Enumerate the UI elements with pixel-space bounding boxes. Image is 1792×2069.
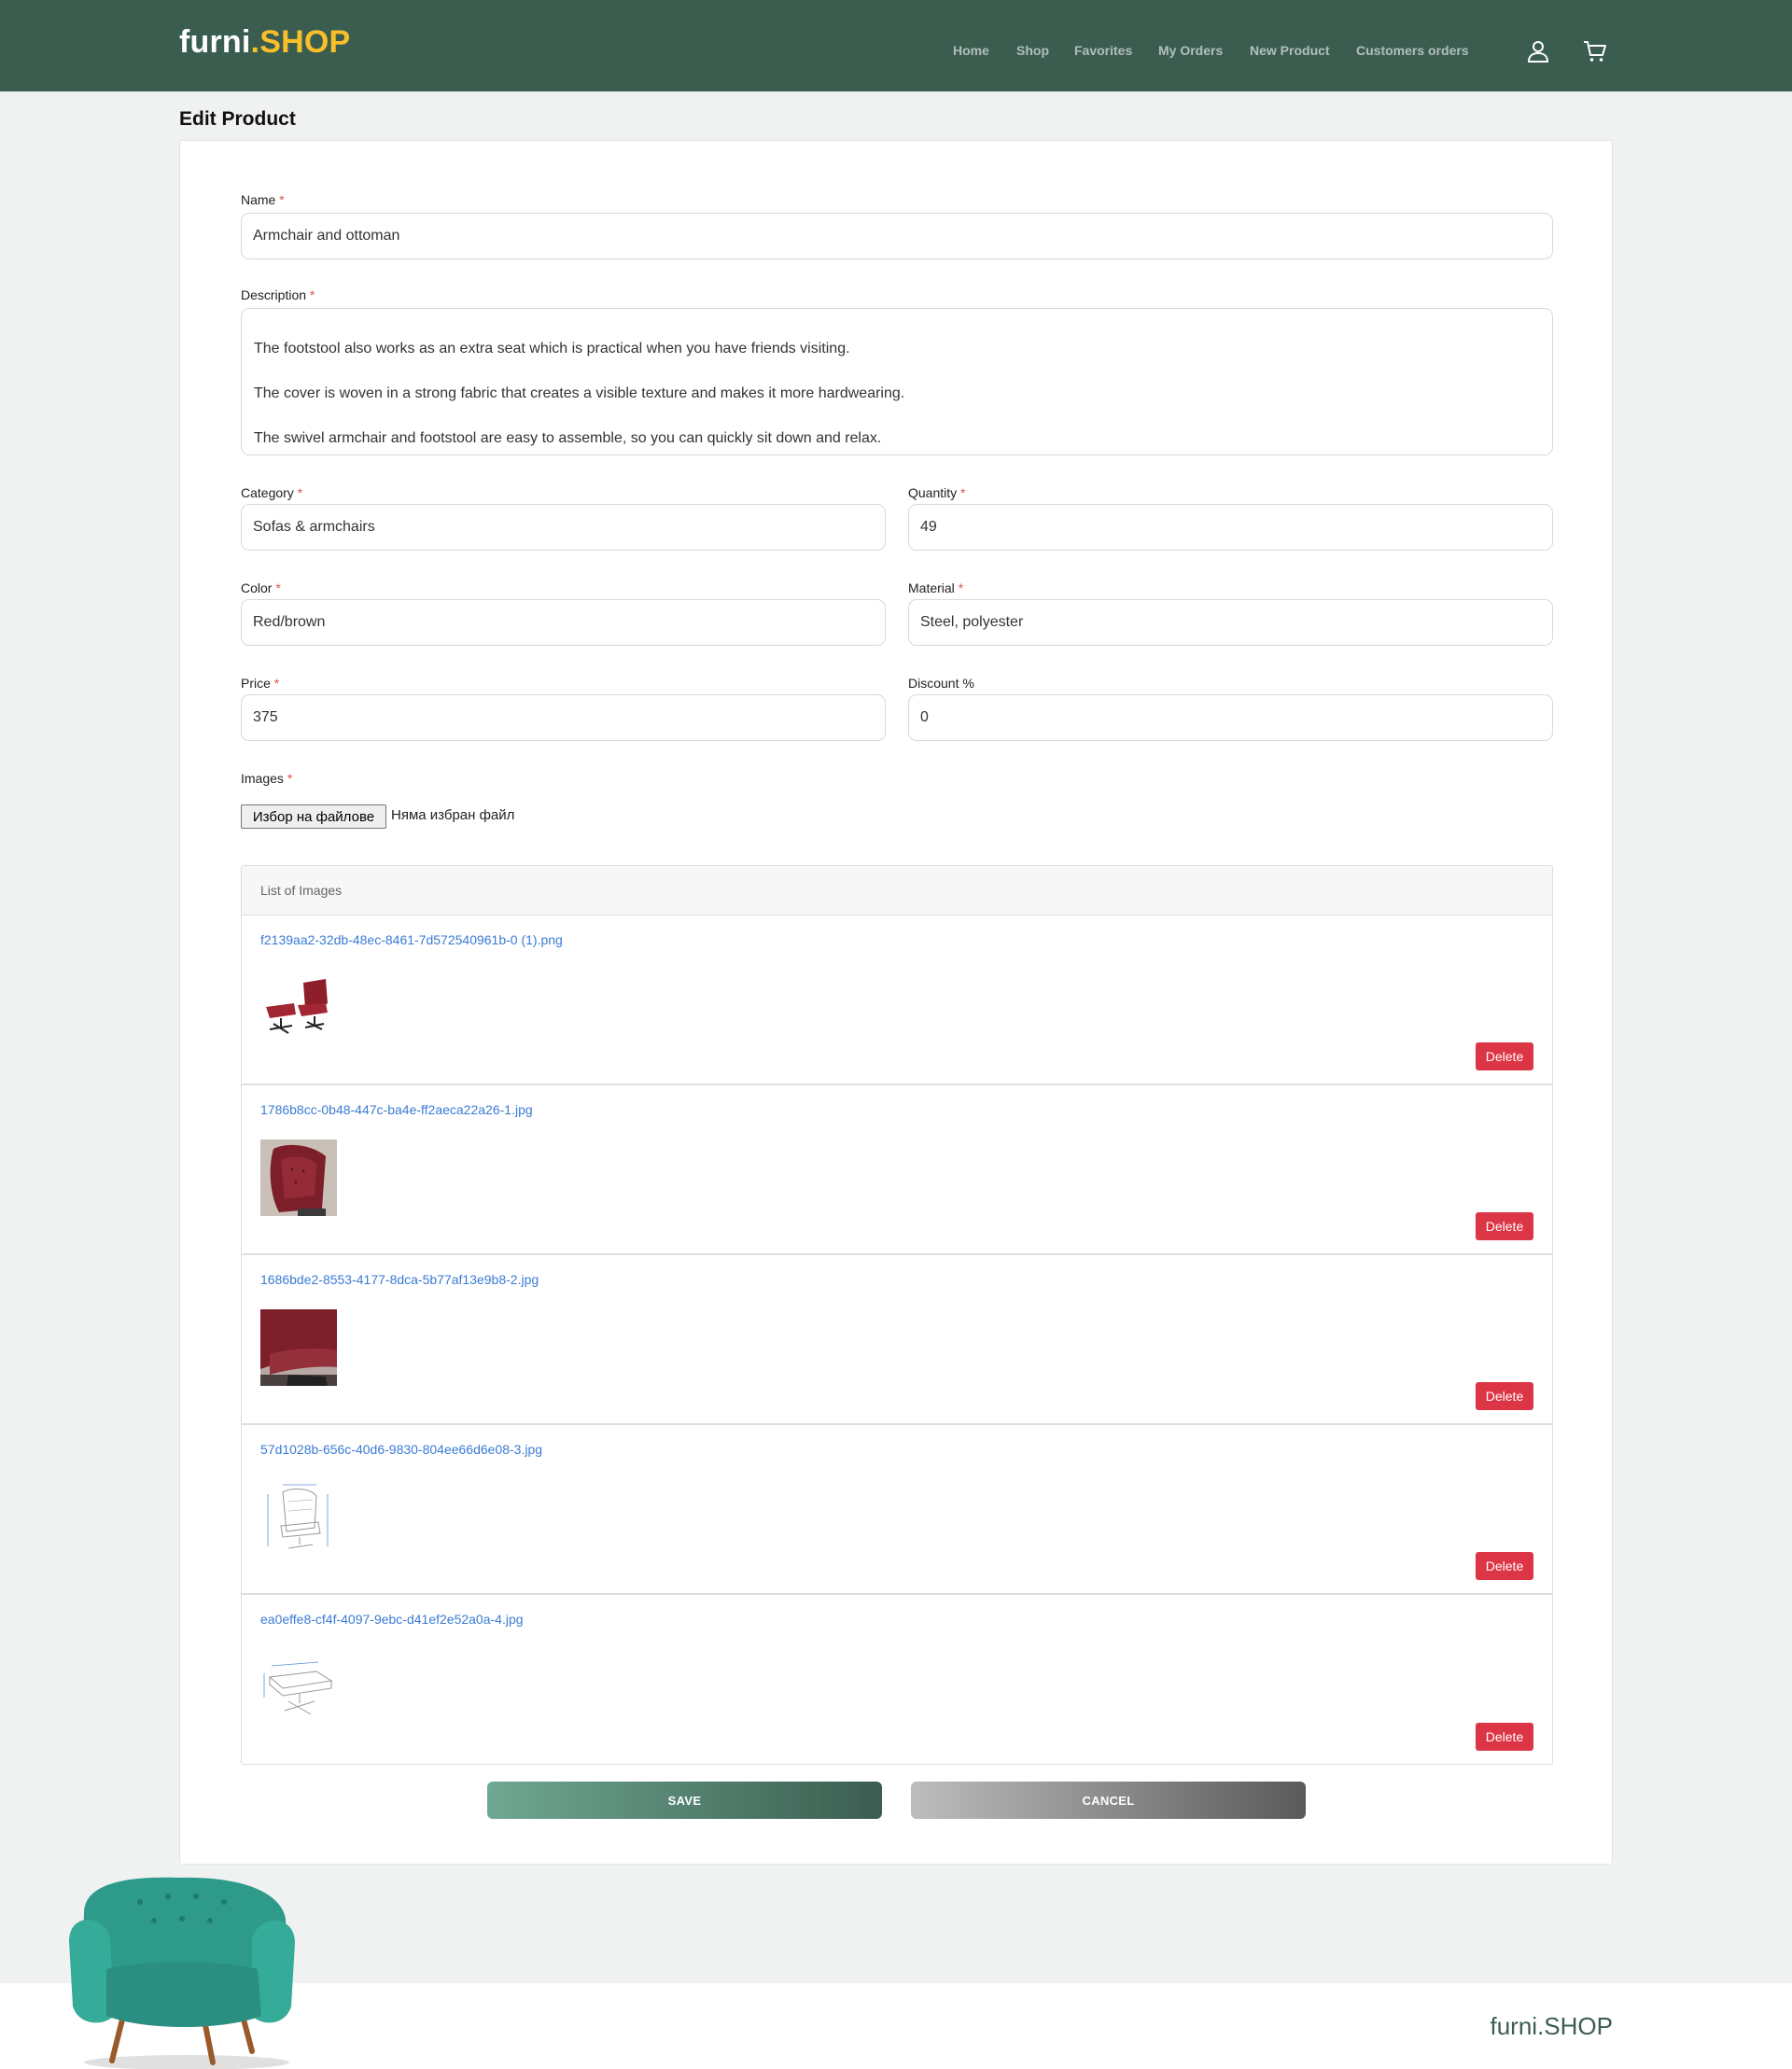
price-input[interactable]: 375 [241, 694, 886, 741]
cart-icon[interactable] [1583, 39, 1607, 63]
save-button[interactable]: SAVE [487, 1782, 882, 1819]
image-link[interactable]: 57d1028b-656c-40d6-9830-804ee66d6e08-3.j… [260, 1442, 542, 1457]
navbar: furni.SHOP Home Shop Favorites My Orders… [0, 0, 1792, 91]
image-list-item: 1686bde2-8553-4177-8dca-5b77af13e9b8-2.j… [242, 1255, 1552, 1425]
armchair-detail-thumbnail [260, 1309, 337, 1386]
image-link[interactable]: 1686bde2-8553-4177-8dca-5b77af13e9b8-2.j… [260, 1272, 539, 1287]
color-label: Color * [241, 580, 281, 595]
brand-suffix: SHOP [259, 24, 351, 60]
ottoman-dimensions-thumbnail [260, 1649, 337, 1726]
user-icon[interactable] [1526, 39, 1550, 63]
description-textarea[interactable]: The footstool also works as an extra sea… [241, 308, 1553, 455]
category-input[interactable]: Sofas & armchairs [241, 504, 886, 551]
cancel-button[interactable]: CANCEL [911, 1782, 1306, 1819]
delete-image-button[interactable]: Delete [1476, 1552, 1533, 1580]
armchair-dimensions-thumbnail [260, 1479, 337, 1556]
nav-home[interactable]: Home [953, 43, 989, 58]
edit-product-card: Name * Armchair and ottoman Description … [179, 140, 1613, 1865]
choose-files-button[interactable]: Избор на файлове [241, 804, 386, 829]
image-link[interactable]: f2139aa2-32db-48ec-8461-7d572540961b-0 (… [260, 932, 563, 947]
description-line: The cover is woven in a strong fabric th… [254, 385, 905, 401]
file-status-text: Няма избран файл [391, 807, 515, 823]
image-list-item: 1786b8cc-0b48-447c-ba4e-ff2aeca22a26-1.j… [242, 1085, 1552, 1255]
image-list-item: 57d1028b-656c-40d6-9830-804ee66d6e08-3.j… [242, 1425, 1552, 1595]
nav-my-orders[interactable]: My Orders [1158, 43, 1223, 58]
page-title: Edit Product [179, 108, 296, 130]
material-input[interactable]: Steel, polyester [908, 599, 1553, 646]
image-list-item: ea0effe8-cf4f-4097-9ebc-d41ef2e52a0a-4.j… [242, 1595, 1552, 1764]
nav-favorites[interactable]: Favorites [1074, 43, 1132, 58]
image-link[interactable]: 1786b8cc-0b48-447c-ba4e-ff2aeca22a26-1.j… [260, 1102, 533, 1117]
category-label: Category * [241, 485, 303, 500]
description-label: Description * [241, 287, 315, 302]
description-line: The footstool also works as an extra sea… [254, 341, 850, 356]
discount-label: Discount % [908, 676, 974, 691]
delete-image-button[interactable]: Delete [1476, 1042, 1533, 1070]
delete-image-button[interactable]: Delete [1476, 1382, 1533, 1410]
discount-input[interactable]: 0 [908, 694, 1553, 741]
nav-customers-orders[interactable]: Customers orders [1356, 43, 1469, 58]
name-label: Name * [241, 192, 285, 207]
name-input[interactable]: Armchair and ottoman [241, 213, 1553, 259]
nav-new-product[interactable]: New Product [1250, 43, 1330, 58]
delete-image-button[interactable]: Delete [1476, 1723, 1533, 1751]
image-list: List of Images f2139aa2-32db-48ec-8461-7… [241, 865, 1553, 1765]
quantity-input[interactable]: 49 [908, 504, 1553, 551]
footer-brand: furni.SHOP [1490, 2012, 1614, 2040]
color-input[interactable]: Red/brown [241, 599, 886, 646]
delete-image-button[interactable]: Delete [1476, 1212, 1533, 1240]
nav-shop[interactable]: Shop [1016, 43, 1049, 58]
image-list-item: f2139aa2-32db-48ec-8461-7d572540961b-0 (… [242, 916, 1552, 1085]
armchair-ottoman-thumbnail [260, 970, 337, 1046]
material-label: Material * [908, 580, 964, 595]
brand-name: furni [179, 24, 251, 60]
images-label: Images * [241, 771, 293, 786]
armchair-closeup-thumbnail [260, 1139, 337, 1216]
image-list-header: List of Images [242, 866, 1552, 916]
quantity-label: Quantity * [908, 485, 966, 500]
brand-logo[interactable]: furni.SHOP [179, 24, 350, 61]
price-label: Price * [241, 676, 280, 691]
description-line: The swivel armchair and footstool are ea… [254, 430, 882, 446]
image-link[interactable]: ea0effe8-cf4f-4097-9ebc-d41ef2e52a0a-4.j… [260, 1612, 524, 1627]
armchair-illustration [69, 1877, 295, 2069]
brand-dot: . [250, 24, 260, 60]
